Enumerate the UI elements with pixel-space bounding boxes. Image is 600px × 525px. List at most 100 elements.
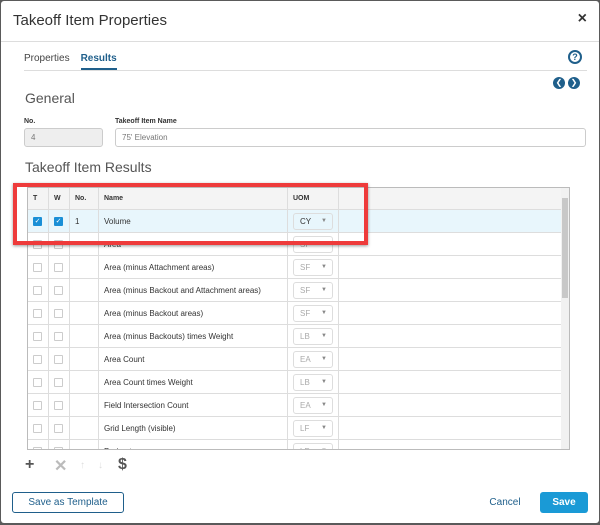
t-checkbox[interactable] (33, 262, 42, 272)
t-checkbox[interactable] (33, 354, 42, 364)
uom-dropdown[interactable]: SF ▼ (293, 258, 333, 276)
table-row[interactable]: Perimeter LF ▼ (28, 440, 562, 450)
w-cell (49, 417, 70, 439)
caret-down-icon: ▼ (321, 333, 327, 339)
uom-value: LF (300, 423, 310, 433)
help-icon[interactable]: ? (568, 50, 582, 64)
name-cell: Area Count times Weight (99, 371, 288, 393)
t-checkbox[interactable] (33, 423, 42, 433)
tab-properties[interactable]: Properties (24, 53, 70, 70)
t-checkbox[interactable] (33, 377, 42, 387)
no-cell (70, 371, 99, 393)
table-row[interactable]: Area (minus Backouts) times Weight LB ▼ (28, 325, 562, 348)
w-checkbox[interactable] (54, 354, 63, 364)
w-checkbox[interactable] (54, 285, 63, 295)
cost-icon[interactable]: $ (118, 456, 127, 474)
name-cell: Field Intersection Count (99, 394, 288, 416)
scrollbar-thumb[interactable] (562, 198, 568, 298)
uom-value: EA (300, 400, 311, 410)
uom-value: LB (300, 331, 310, 341)
t-checkbox[interactable] (33, 308, 42, 318)
uom-dropdown[interactable]: LB ▼ (293, 327, 333, 345)
w-checkbox[interactable] (54, 400, 63, 410)
no-cell (70, 302, 99, 324)
move-up-icon[interactable]: ↑ (80, 460, 85, 471)
save-button[interactable]: Save (540, 492, 588, 513)
name-cell: Area (minus Backout and Attachment areas… (99, 279, 288, 301)
uom-dropdown[interactable]: LF ▼ (293, 419, 333, 437)
table-row[interactable]: Area (minus Attachment areas) SF ▼ (28, 256, 562, 279)
tab-divider (24, 70, 587, 71)
t-cell (28, 256, 49, 278)
w-checkbox[interactable] (54, 446, 63, 449)
uom-cell: SF ▼ (288, 279, 339, 301)
t-cell (28, 302, 49, 324)
w-cell (49, 440, 70, 449)
remove-icon[interactable]: ✕ (54, 456, 67, 476)
cancel-button[interactable]: Cancel (480, 492, 530, 513)
t-cell (28, 348, 49, 370)
table-row[interactable]: Grid Length (visible) LF ▼ (28, 417, 562, 440)
caret-down-icon: ▼ (321, 310, 327, 316)
uom-value: SF (300, 285, 311, 295)
t-cell (28, 279, 49, 301)
move-down-icon[interactable]: ↓ (98, 460, 103, 471)
uom-cell: EA ▼ (288, 394, 339, 416)
takeoff-item-name-field[interactable]: 75' Elevation (115, 128, 586, 147)
add-icon[interactable]: + (25, 456, 34, 474)
table-row[interactable]: Area Count EA ▼ (28, 348, 562, 371)
general-heading: General (25, 90, 75, 106)
w-checkbox[interactable] (54, 377, 63, 387)
save-as-template-button[interactable]: Save as Template (12, 492, 124, 513)
uom-value: SF (300, 308, 311, 318)
w-cell (49, 371, 70, 393)
uom-cell: SF ▼ (288, 302, 339, 324)
uom-dropdown[interactable]: LF ▼ (293, 442, 333, 450)
uom-dropdown[interactable]: EA ▼ (293, 350, 333, 368)
uom-dropdown[interactable]: SF ▼ (293, 281, 333, 299)
uom-dropdown[interactable]: EA ▼ (293, 396, 333, 414)
uom-value: LF (300, 447, 309, 450)
w-checkbox[interactable] (54, 308, 63, 318)
uom-dropdown[interactable]: SF ▼ (293, 304, 333, 322)
scrollbar[interactable] (561, 188, 569, 449)
no-cell (70, 348, 99, 370)
caret-down-icon: ▼ (321, 448, 327, 449)
divider (1, 41, 599, 42)
t-cell (28, 325, 49, 347)
table-row[interactable]: Area (minus Backout areas) SF ▼ (28, 302, 562, 325)
caret-down-icon: ▼ (321, 402, 327, 408)
w-checkbox[interactable] (54, 331, 63, 341)
w-checkbox[interactable] (54, 262, 63, 272)
no-field: 4 (24, 128, 103, 147)
caret-down-icon: ▼ (321, 287, 327, 293)
w-cell (49, 348, 70, 370)
tab-bar: Properties Results (24, 53, 117, 70)
t-checkbox[interactable] (33, 331, 42, 341)
t-cell (28, 417, 49, 439)
table-row[interactable]: Area Count times Weight LB ▼ (28, 371, 562, 394)
uom-value: SF (300, 262, 311, 272)
t-checkbox[interactable] (33, 285, 42, 295)
table-row[interactable]: Field Intersection Count EA ▼ (28, 394, 562, 417)
results-heading: Takeoff Item Results (25, 159, 152, 175)
no-cell (70, 394, 99, 416)
table-row[interactable]: Area (minus Backout and Attachment areas… (28, 279, 562, 302)
name-cell: Area Count (99, 348, 288, 370)
uom-cell: SF ▼ (288, 256, 339, 278)
t-cell (28, 440, 49, 449)
t-checkbox[interactable] (33, 446, 42, 449)
next-icon[interactable]: ❯ (568, 77, 580, 89)
uom-cell: LB ▼ (288, 371, 339, 393)
name-cell: Area (minus Backouts) times Weight (99, 325, 288, 347)
dialog-title: Takeoff Item Properties (13, 12, 167, 29)
name-cell: Area (minus Attachment areas) (99, 256, 288, 278)
t-cell (28, 371, 49, 393)
t-checkbox[interactable] (33, 400, 42, 410)
close-icon[interactable]: × (578, 10, 587, 28)
w-checkbox[interactable] (54, 423, 63, 433)
uom-dropdown[interactable]: LB ▼ (293, 373, 333, 391)
previous-icon[interactable]: ❮ (553, 77, 565, 89)
tab-results[interactable]: Results (80, 53, 117, 70)
w-cell (49, 279, 70, 301)
